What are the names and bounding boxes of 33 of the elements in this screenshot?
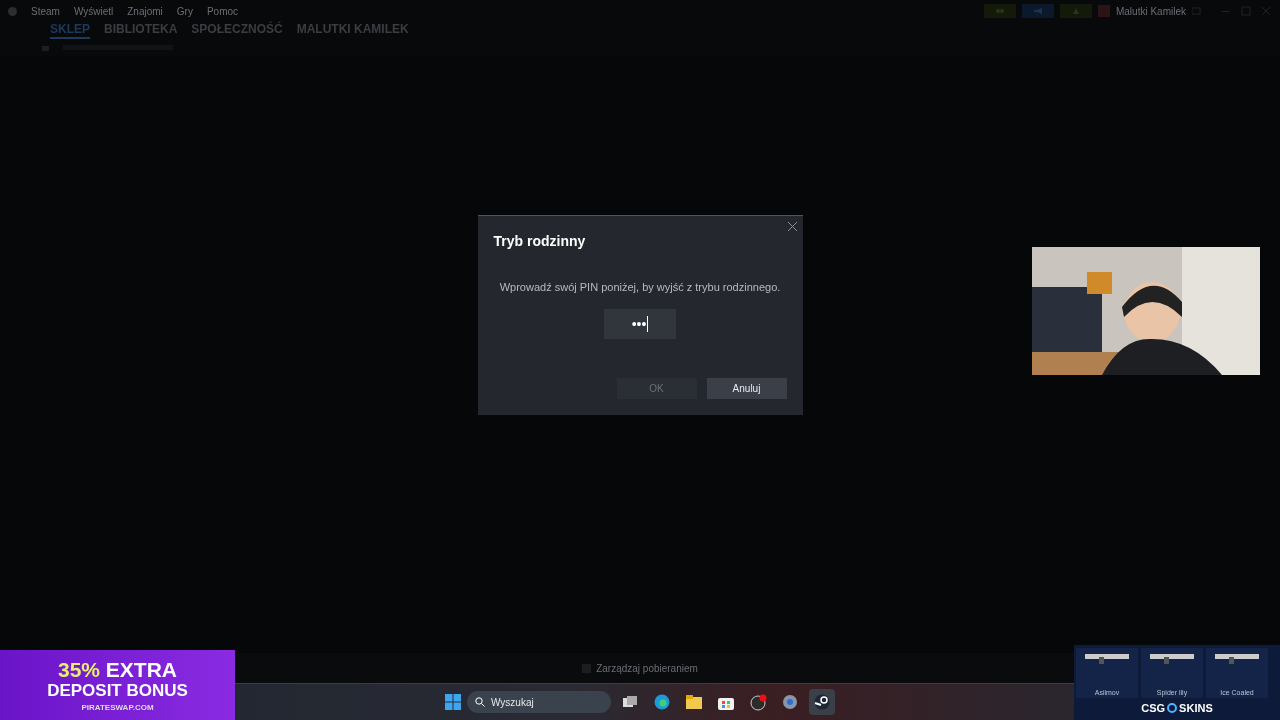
account-name[interactable]: Malutki Kamilek [1115,5,1186,17]
ad-site: PIRATESWAP.COM [81,702,154,712]
ad-subline: DEPOSIT BONUS [47,680,188,701]
cancel-button[interactable]: Anuluj [706,378,787,399]
search-field[interactable]: Wyszukaj [467,691,611,713]
people-icon [995,8,1004,14]
dialog-title: Tryb rodzinny [493,233,587,249]
record-icon [749,693,767,711]
search-icon [475,697,485,707]
pin-field[interactable]: ••• [604,309,676,339]
menu-item[interactable]: Pomoc [206,5,239,17]
browser-icon [654,694,670,710]
megaphone-icon [1033,8,1042,14]
menu-item[interactable]: Steam [31,5,60,17]
window-icon [623,696,637,708]
settings-icon [782,694,798,710]
window-controls-icon [1192,6,1272,16]
close-icon[interactable] [787,222,797,231]
menu-item[interactable]: Wyświetl [73,5,114,17]
menu-item[interactable]: Znajomi [127,5,163,17]
taskbar-app[interactable] [809,689,835,715]
steam-icon [814,694,830,710]
start-icon[interactable] [445,694,461,710]
brand-name: CSG [1141,702,1166,714]
menu-item[interactable]: Gry [176,5,193,17]
dialog-message: Wprowadź swój PIN poniżej, by wyjść z trybu rodzinnego. [498,281,782,293]
download-status: Zarządzaj pobieraniem [582,662,698,674]
avatar-icon [1097,5,1110,17]
brand-name: SKINS [1179,702,1213,714]
bell-icon [1072,7,1079,15]
logo-icon [1167,703,1178,713]
ad-headline: 35% EXTRA [57,658,178,681]
folder-icon [686,695,702,709]
